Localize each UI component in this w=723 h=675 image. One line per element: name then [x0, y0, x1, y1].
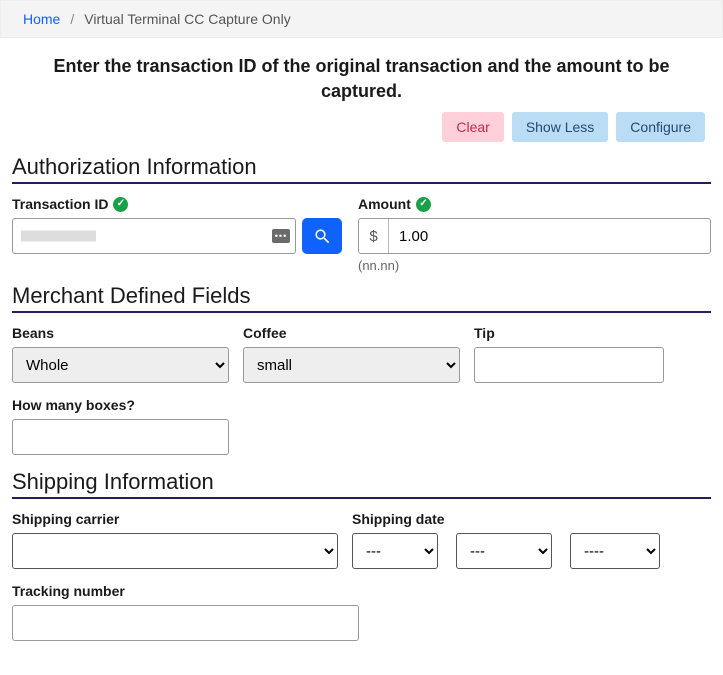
coffee-select[interactable]: small [243, 347, 460, 383]
beans-select[interactable]: Whole [12, 347, 229, 383]
amount-hint: (nn.nn) [358, 258, 711, 273]
breadcrumb-home[interactable]: Home [23, 11, 60, 27]
section-title-merchant: Merchant Defined Fields [12, 283, 711, 313]
configure-button[interactable]: Configure [616, 112, 705, 142]
section-merchant: Merchant Defined Fields Beans Whole Coff… [12, 283, 711, 455]
boxes-input[interactable] [12, 419, 229, 455]
field-beans: Beans Whole [12, 325, 229, 383]
ellipsis-icon[interactable]: ••• [272, 229, 290, 243]
breadcrumb-separator: / [70, 11, 74, 27]
tip-label: Tip [474, 325, 664, 341]
actions-row: Clear Show Less Configure [12, 112, 705, 142]
beans-label: Beans [12, 325, 229, 341]
amount-input[interactable] [358, 218, 711, 254]
transaction-id-input[interactable] [12, 218, 296, 254]
field-tracking-number: Tracking number [12, 583, 359, 641]
field-shipping-date: Shipping date --- --- ---- [352, 511, 711, 569]
section-title-auth: Authorization Information [12, 154, 711, 184]
breadcrumb: Home / Virtual Terminal CC Capture Only [0, 0, 723, 38]
search-icon [313, 227, 332, 246]
shipping-date-yyyy-select[interactable]: ---- [570, 533, 660, 569]
shipping-date-dd-select[interactable]: --- [456, 533, 552, 569]
check-icon: ✓ [113, 197, 128, 212]
section-auth: Authorization Information Transaction ID… [12, 154, 711, 273]
amount-label: Amount [358, 196, 411, 212]
section-title-shipping: Shipping Information [12, 469, 711, 499]
field-coffee: Coffee small [243, 325, 460, 383]
transaction-id-label: Transaction ID [12, 196, 108, 212]
shipping-date-label: Shipping date [352, 511, 711, 527]
tip-input[interactable] [474, 347, 664, 383]
field-tip: Tip [474, 325, 664, 383]
currency-symbol: $ [359, 219, 389, 253]
tracking-number-input[interactable] [12, 605, 359, 641]
shipping-carrier-select[interactable] [12, 533, 338, 569]
field-transaction-id: Transaction ID ✓ ••• [12, 196, 342, 254]
field-amount: Amount ✓ $ (nn.nn) [358, 196, 711, 273]
check-icon: ✓ [416, 197, 431, 212]
section-shipping: Shipping Information Shipping carrier Sh… [12, 469, 711, 641]
shipping-carrier-label: Shipping carrier [12, 511, 338, 527]
search-button[interactable] [302, 218, 342, 254]
field-boxes: How many boxes? [12, 397, 229, 455]
field-shipping-carrier: Shipping carrier [12, 511, 338, 569]
page-instruction: Enter the transaction ID of the original… [22, 54, 702, 104]
tracking-number-label: Tracking number [12, 583, 359, 599]
shipping-date-mm-select[interactable]: --- [352, 533, 438, 569]
coffee-label: Coffee [243, 325, 460, 341]
breadcrumb-current: Virtual Terminal CC Capture Only [84, 11, 290, 27]
show-less-button[interactable]: Show Less [512, 112, 608, 142]
clear-button[interactable]: Clear [442, 112, 503, 142]
boxes-label: How many boxes? [12, 397, 229, 413]
